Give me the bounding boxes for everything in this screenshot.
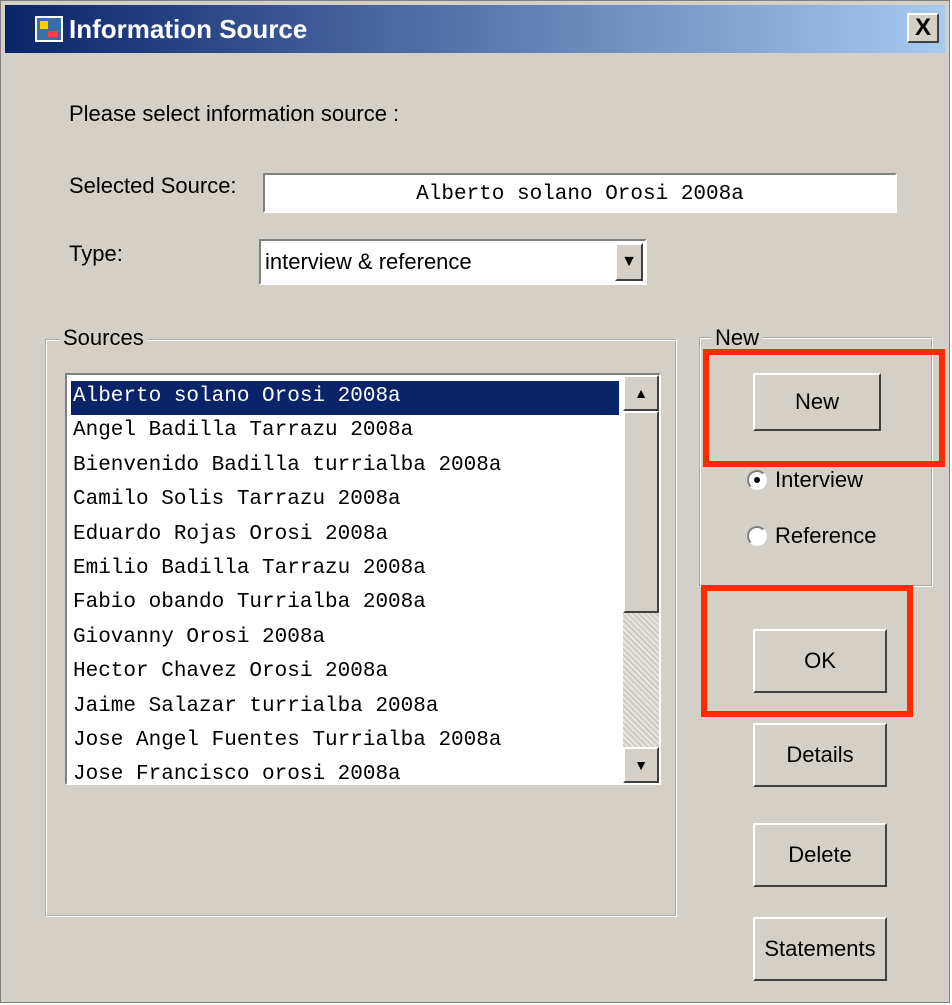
radio-reference[interactable]: Reference <box>747 523 877 549</box>
dropdown-arrow-icon[interactable]: ▼ <box>615 243 643 281</box>
radio-reference-label: Reference <box>775 523 877 548</box>
selected-source-label: Selected Source: <box>69 173 237 198</box>
radio-interview-label: Interview <box>775 467 864 492</box>
window-title: Information Source <box>69 14 308 44</box>
radio-checked-icon[interactable] <box>747 470 767 490</box>
list-item[interactable]: Jaime Salazar turrialba 2008a <box>71 691 619 725</box>
prompt-label: Please select information source : <box>69 101 400 126</box>
list-item[interactable]: Emilio Badilla Tarrazu 2008a <box>71 553 619 587</box>
statements-button[interactable]: Statements <box>753 917 887 981</box>
list-scrollbar[interactable]: ▲ ▼ <box>623 375 659 783</box>
delete-button[interactable]: Delete <box>753 823 887 887</box>
type-selected-value: interview & reference <box>265 249 472 274</box>
sources-listbox[interactable]: Alberto solano Orosi 2008a Angel Badilla … <box>65 373 661 785</box>
ok-button[interactable]: OK <box>753 629 887 693</box>
radio-unchecked-icon[interactable] <box>747 526 767 546</box>
list-item[interactable]: Bienvenido Badilla turrialba 2008a <box>71 450 619 484</box>
details-button[interactable]: Details <box>753 723 887 787</box>
scroll-down-icon[interactable]: ▼ <box>623 747 659 783</box>
sources-list: Alberto solano Orosi 2008a Angel Badilla … <box>71 381 619 783</box>
list-item[interactable]: Eduardo Rojas Orosi 2008a <box>71 519 619 553</box>
list-item[interactable]: Alberto solano Orosi 2008a <box>71 381 619 416</box>
app-icon <box>35 16 63 42</box>
information-source-dialog: Information Source X Please select infor… <box>0 0 950 1003</box>
selected-source-field[interactable]: Alberto solano Orosi 2008a <box>263 173 897 213</box>
list-item[interactable]: Jose Francisco orosi 2008a <box>71 759 619 783</box>
type-label: Type: <box>69 241 123 266</box>
list-item[interactable]: Fabio obando Turrialba 2008a <box>71 587 619 621</box>
list-item[interactable]: Angel Badilla Tarrazu 2008a <box>71 415 619 449</box>
new-button[interactable]: New <box>753 373 881 431</box>
scroll-up-icon[interactable]: ▲ <box>623 375 659 411</box>
new-group-label: New <box>711 325 764 351</box>
close-button[interactable]: X <box>907 13 939 43</box>
scroll-thumb[interactable] <box>623 411 659 613</box>
title-bar[interactable]: Information Source X <box>5 5 945 53</box>
list-item[interactable]: Hector Chavez Orosi 2008a <box>71 656 619 690</box>
radio-interview[interactable]: Interview <box>747 467 863 493</box>
list-item[interactable]: Camilo Solis Tarrazu 2008a <box>71 484 619 518</box>
sources-group-label: Sources <box>59 325 148 351</box>
list-item[interactable]: Giovanny Orosi 2008a <box>71 622 619 656</box>
selected-source-value: Alberto solano Orosi 2008a <box>416 183 744 206</box>
type-dropdown[interactable]: interview & reference ▼ <box>259 239 647 285</box>
list-item[interactable]: Jose Angel Fuentes Turrialba 2008a <box>71 725 619 759</box>
